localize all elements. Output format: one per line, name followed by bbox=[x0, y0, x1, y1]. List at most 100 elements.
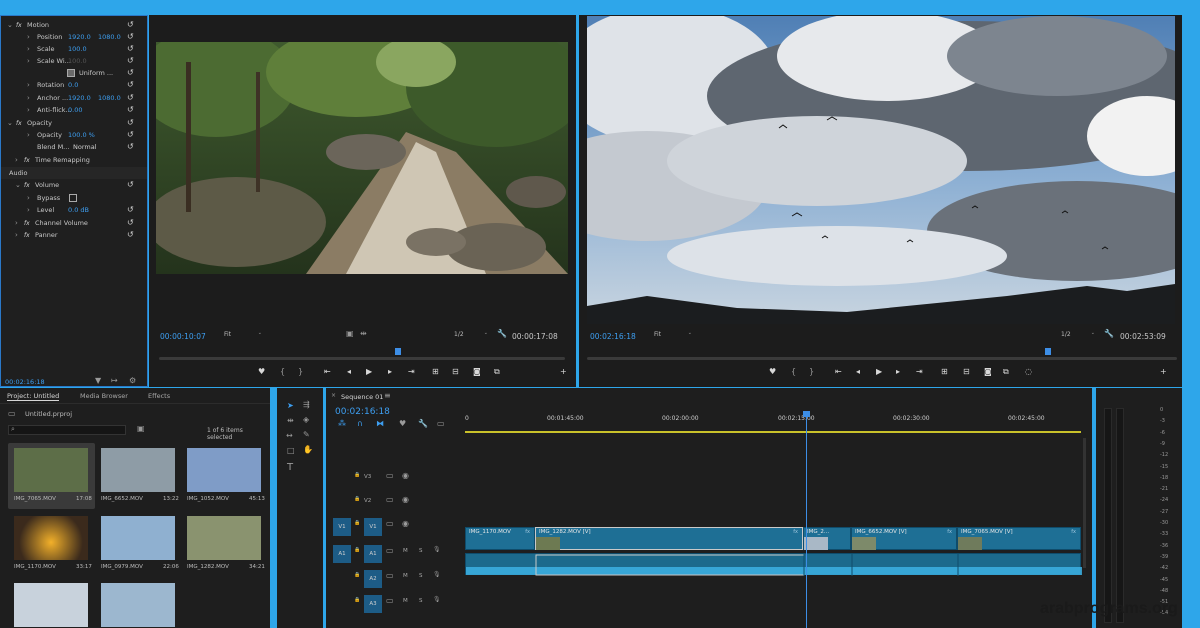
step-back-icon[interactable]: ◂ bbox=[347, 368, 351, 376]
mark-in-icon[interactable]: { bbox=[280, 368, 285, 376]
chevron-right-icon[interactable]: › bbox=[15, 231, 18, 239]
effect-value[interactable]: 0.00 bbox=[68, 106, 82, 114]
reset-icon[interactable]: ↺ bbox=[127, 106, 134, 114]
source-patch-v1[interactable]: V1 bbox=[333, 518, 351, 536]
clip-img-1170[interactable]: IMG_1170.MOV fx bbox=[465, 527, 535, 550]
effect-value[interactable]: 100.0 bbox=[68, 57, 87, 65]
wrench-icon[interactable]: 🔧 bbox=[497, 330, 507, 338]
step-back-icon[interactable]: ◂ bbox=[856, 368, 860, 376]
track-name[interactable]: V3 bbox=[364, 474, 371, 480]
film-icon[interactable]: ▭ bbox=[386, 520, 394, 528]
clip-img-2[interactable]: IMG_2... bbox=[803, 527, 851, 550]
effect-row[interactable]: › Position 1920.0 1080.0 ↺ bbox=[1, 31, 147, 43]
timeline-scrollbar[interactable] bbox=[1083, 438, 1086, 568]
reset-icon[interactable]: ↺ bbox=[127, 206, 134, 214]
selection-tool-icon[interactable]: ➤ bbox=[287, 402, 294, 410]
mute-button[interactable]: M bbox=[403, 598, 408, 604]
button-editor-icon[interactable]: ⧉ bbox=[494, 368, 500, 376]
chevron-right-icon[interactable]: › bbox=[27, 106, 30, 114]
effect-value[interactable]: 1080.0 bbox=[98, 33, 121, 41]
sequence-tab[interactable]: Sequence 01 bbox=[341, 393, 383, 401]
reset-icon[interactable]: ↺ bbox=[127, 231, 134, 239]
film-icon[interactable]: ▭ bbox=[386, 597, 394, 605]
comparison-view-icon[interactable]: ⧉ bbox=[1003, 368, 1009, 376]
reset-icon[interactable]: ↺ bbox=[127, 57, 134, 65]
effect-row[interactable]: Blend M... Normal ↺ bbox=[1, 141, 147, 153]
ripple-edit-icon[interactable]: ⇹ bbox=[287, 417, 294, 425]
video-track-header[interactable]: V1 🔒 V1 ▭ ◉ bbox=[326, 515, 464, 539]
mute-button[interactable]: M bbox=[403, 548, 408, 554]
source-resolution-select[interactable]: 1/2 ⌄ bbox=[454, 331, 488, 341]
settings-icon[interactable]: ▣ bbox=[346, 330, 354, 338]
effect-row[interactable]: ⌄ fx Volume ↺ bbox=[1, 179, 147, 191]
track-name[interactable]: A2 bbox=[364, 570, 382, 588]
slip-icon[interactable]: ↔ bbox=[286, 432, 293, 440]
effect-row[interactable]: ⌄ fx Opacity ↺ bbox=[1, 117, 147, 129]
effect-value[interactable]: 100.0 % bbox=[68, 131, 95, 139]
reset-icon[interactable]: ↺ bbox=[127, 69, 134, 77]
effect-value[interactable]: 1920.0 bbox=[68, 33, 91, 41]
source-patch-a1[interactable]: A1 bbox=[333, 545, 351, 563]
rectangle-icon[interactable]: □ bbox=[287, 447, 295, 455]
project-item-thumbnail[interactable] bbox=[101, 516, 175, 560]
insert-icon[interactable]: ⇹ bbox=[360, 330, 367, 338]
program-resolution-select[interactable]: 1/2 ⌄ bbox=[1061, 331, 1095, 341]
film-icon[interactable]: ▭ bbox=[386, 472, 394, 480]
project-item-thumbnail[interactable] bbox=[187, 448, 261, 492]
clip-img-1282[interactable]: IMG_1282.MOV [V] fx bbox=[535, 527, 803, 550]
chevron-right-icon[interactable]: › bbox=[27, 81, 30, 89]
project-item-thumbnail[interactable] bbox=[14, 448, 88, 492]
reset-icon[interactable]: ↺ bbox=[127, 181, 134, 189]
marker-icon[interactable]: ♥ bbox=[769, 368, 776, 376]
export-icon[interactable]: ↦ bbox=[111, 377, 118, 385]
solo-button[interactable]: S bbox=[419, 598, 423, 604]
step-forward-icon[interactable]: ▸ bbox=[388, 368, 392, 376]
video-track-header[interactable]: 🔒 V3 ▭ ◉ bbox=[326, 467, 464, 491]
project-item-thumbnail[interactable] bbox=[187, 516, 261, 560]
insert-icon[interactable]: ⊞ bbox=[432, 368, 439, 376]
wrench-icon[interactable]: 🔧 bbox=[1104, 330, 1114, 338]
effect-value[interactable]: 1080.0 bbox=[98, 94, 121, 102]
checkbox[interactable] bbox=[67, 69, 75, 77]
mic-icon[interactable]: 🎙 bbox=[433, 597, 441, 603]
reset-icon[interactable]: ↺ bbox=[127, 119, 134, 127]
snap-icon[interactable]: ⁂ bbox=[338, 420, 346, 428]
effect-value[interactable]: Normal bbox=[73, 143, 97, 151]
clip-img-6652[interactable]: IMG_6652.MOV [V] fx bbox=[851, 527, 957, 550]
filter-icon[interactable]: ▼ bbox=[95, 377, 101, 385]
close-icon[interactable]: × bbox=[331, 393, 336, 399]
chevron-right-icon[interactable]: › bbox=[27, 94, 30, 102]
project-search-input[interactable]: ⌕ bbox=[8, 425, 126, 435]
mic-icon[interactable]: 🎙 bbox=[433, 572, 441, 578]
reset-icon[interactable]: ↺ bbox=[127, 143, 134, 151]
reset-icon[interactable]: ↺ bbox=[127, 131, 134, 139]
lock-icon[interactable]: 🔒 bbox=[354, 521, 360, 526]
play-icon[interactable]: ▶ bbox=[876, 368, 882, 376]
video-track-header[interactable]: 🔒 V2 ▭ ◉ bbox=[326, 491, 464, 515]
timeline-ruler[interactable]: 0 00:01:45:00 00:02:00:00 00:02:15:00 00:02:… bbox=[465, 413, 1081, 433]
lock-icon[interactable]: 🔒 bbox=[354, 598, 360, 603]
menu-icon[interactable]: ≡ bbox=[384, 392, 391, 400]
mic-icon[interactable]: 🎙 bbox=[433, 547, 441, 553]
settings-icon[interactable]: ⚙ bbox=[129, 377, 136, 385]
lock-icon[interactable]: 🔒 bbox=[354, 573, 360, 578]
reset-icon[interactable]: ↺ bbox=[127, 45, 134, 53]
film-icon[interactable]: ▭ bbox=[386, 572, 394, 580]
go-to-in-icon[interactable]: ⇤ bbox=[835, 368, 842, 376]
tab-project[interactable]: Project: Untitled bbox=[7, 392, 60, 401]
go-to-out-icon[interactable]: ⇥ bbox=[916, 368, 923, 376]
vr-icon[interactable]: ◌ bbox=[1025, 368, 1032, 376]
effect-value[interactable]: 1920.0 bbox=[68, 94, 91, 102]
audio-clip-a1[interactable] bbox=[465, 553, 1082, 576]
reset-icon[interactable]: ↺ bbox=[127, 94, 134, 102]
effect-value[interactable]: 0.0 dB bbox=[68, 206, 89, 214]
track-name[interactable]: V1 bbox=[364, 518, 382, 536]
chevron-down-icon[interactable]: ⌄ bbox=[7, 21, 13, 29]
effect-row[interactable]: › Rotation 0.0 ↺ bbox=[1, 79, 147, 91]
go-to-out-icon[interactable]: ⇥ bbox=[408, 368, 415, 376]
track-select-icon[interactable]: ⇶ bbox=[303, 401, 310, 409]
chevron-right-icon[interactable]: › bbox=[27, 45, 30, 53]
source-playhead[interactable] bbox=[395, 348, 401, 355]
solo-button[interactable]: S bbox=[419, 573, 423, 579]
lock-icon[interactable]: 🔒 bbox=[354, 497, 360, 502]
